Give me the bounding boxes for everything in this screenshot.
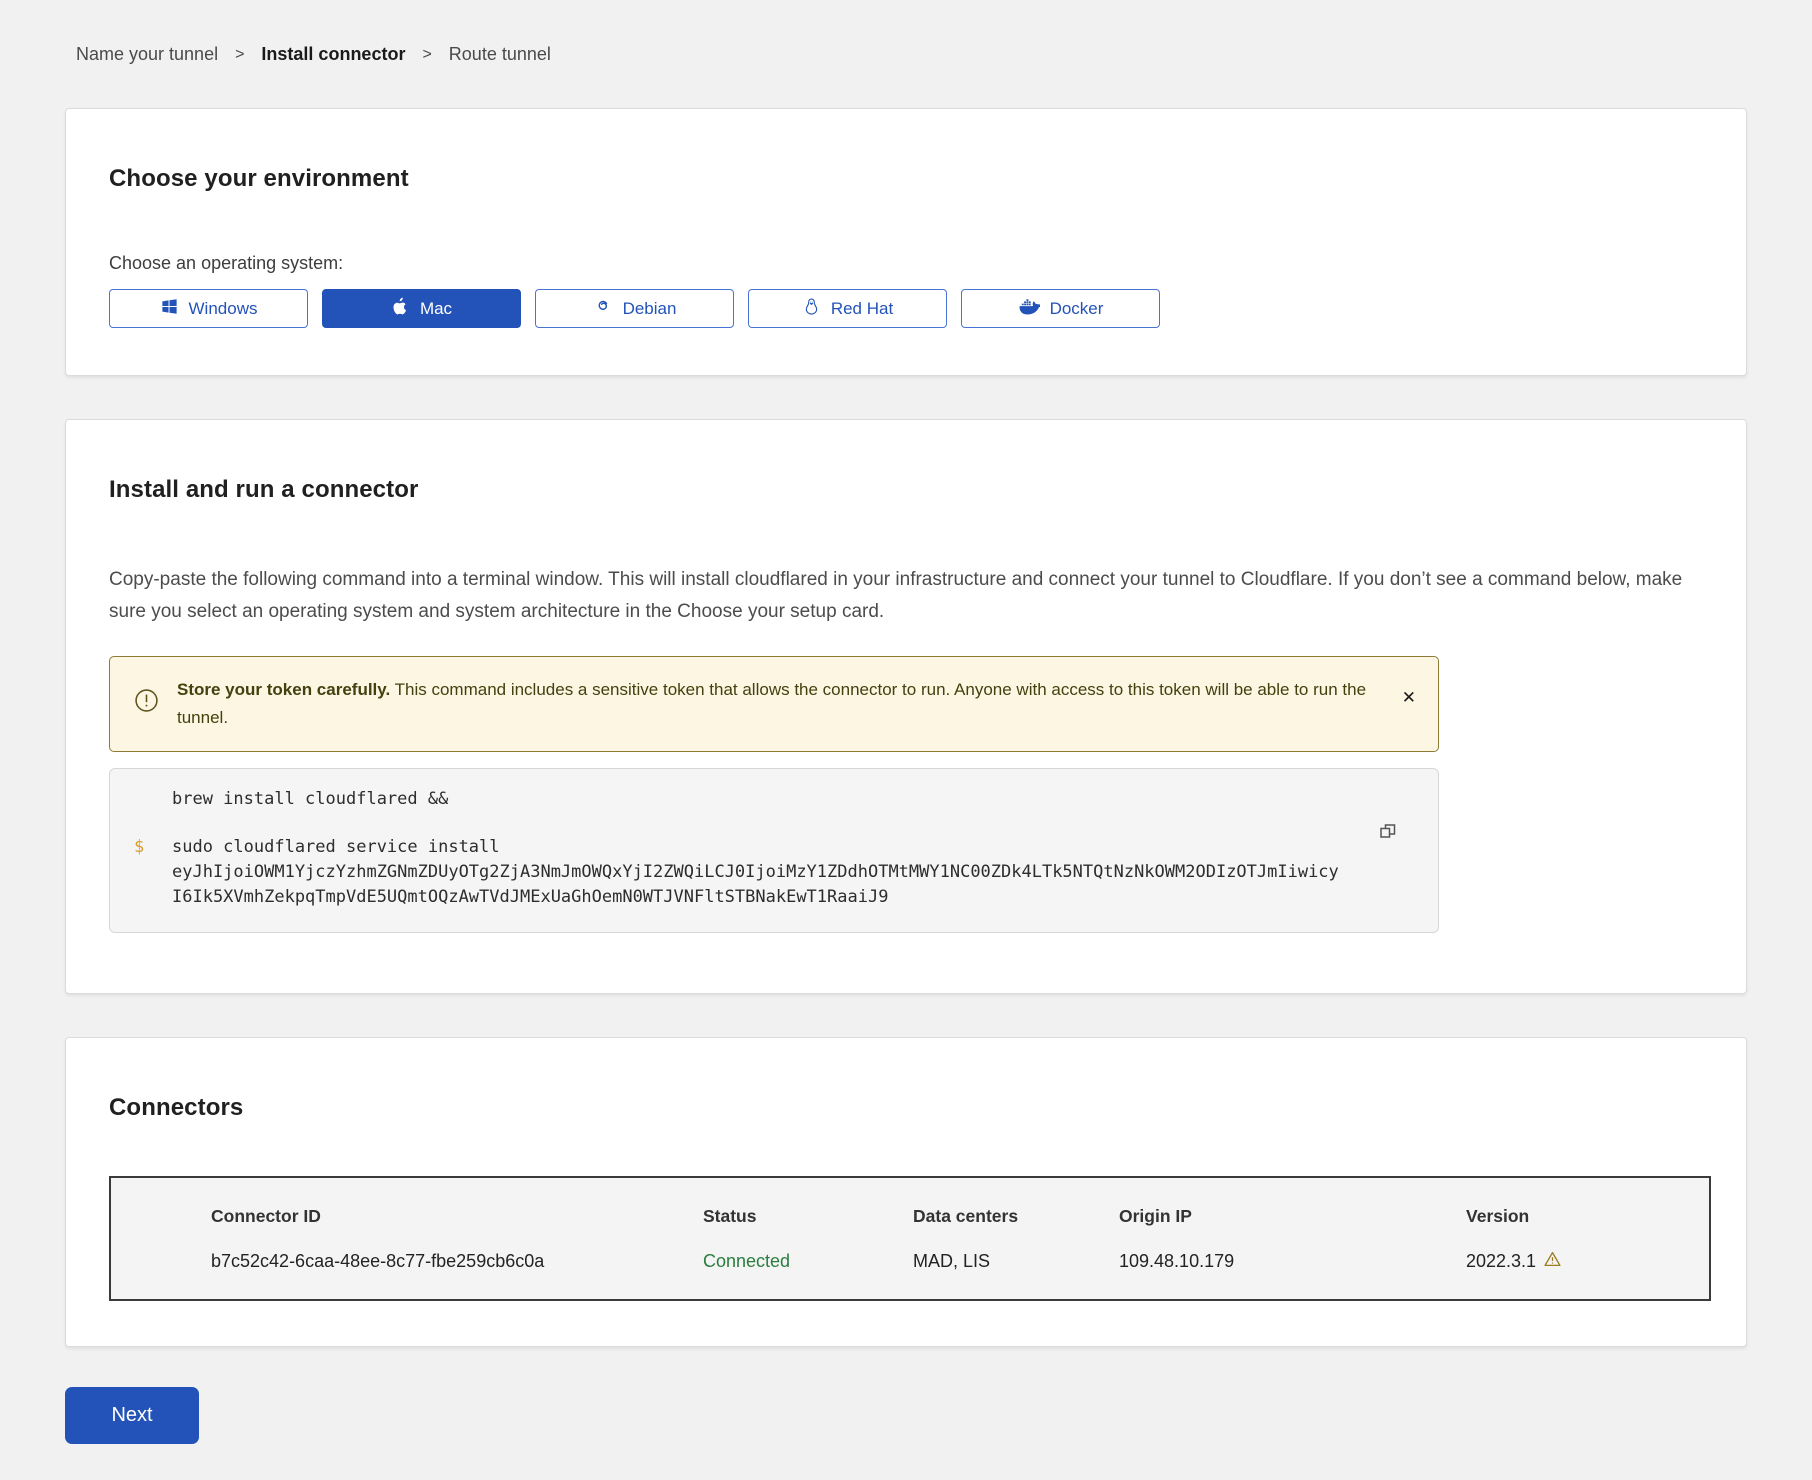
os-button-windows[interactable]: Windows [109,289,308,328]
install-connector-card: Install and run a connector Copy-paste t… [65,419,1747,994]
install-connector-description: Copy-paste the following command into a … [109,564,1703,628]
command-text: brew install cloudflared && [172,787,1348,812]
alert-circle-icon [134,688,159,718]
origin-ip-cell: 109.48.10.179 [1119,1251,1466,1272]
connectors-title: Connectors [109,1094,1703,1122]
os-button-label: Windows [189,299,258,319]
copy-command-button[interactable] [1376,819,1400,846]
column-header-origin-ip: Origin IP [1119,1206,1466,1227]
install-connector-title: Install and run a connector [109,476,1703,504]
breadcrumb-separator: > [235,46,244,64]
environment-card-title: Choose your environment [109,165,1703,193]
terminal-command-block: brew install cloudflared && $ sudo cloud… [109,768,1439,933]
breadcrumb-item-name-your-tunnel[interactable]: Name your tunnel [76,44,218,65]
os-select-label: Choose an operating system: [109,253,1703,274]
os-button-label: Docker [1050,299,1104,319]
os-button-group: Windows Mac Debian Red Hat [109,289,1703,328]
copy-icon [1378,829,1398,844]
column-header-connector-id: Connector ID [211,1206,703,1227]
column-header-status: Status [703,1206,913,1227]
token-warning-title: Store your token carefully. [177,680,390,699]
version-cell: 2022.3.1 [1466,1251,1709,1272]
breadcrumb-item-route-tunnel[interactable]: Route tunnel [449,44,551,65]
table-row: b7c52c42-6caa-48ee-8c77-fbe259cb6c0a Con… [111,1251,1709,1272]
column-header-version: Version [1466,1206,1709,1227]
os-button-label: Mac [420,299,452,319]
status-badge: Connected [703,1251,913,1272]
warning-triangle-icon[interactable] [1544,1251,1561,1272]
os-button-mac[interactable]: Mac [322,289,521,328]
penguin-icon [802,296,821,322]
column-header-data-centers: Data centers [913,1206,1119,1227]
os-button-label: Red Hat [831,299,893,319]
token-warning-banner: Store your token carefully. This command… [109,656,1439,752]
prompt-spacer [134,787,172,812]
token-warning-text: Store your token carefully. This command… [177,676,1384,732]
command-line-1: brew install cloudflared && [134,787,1348,812]
version-value: 2022.3.1 [1466,1251,1536,1272]
debian-swirl-icon [593,296,613,321]
windows-icon [160,297,179,321]
data-centers-cell: MAD, LIS [913,1251,1119,1272]
os-button-label: Debian [623,299,677,319]
table-header-row: Connector ID Status Data centers Origin … [111,1206,1709,1227]
tunnel-setup-page: { "breadcrumb": { "separator": ">", "ite… [0,0,1812,1480]
os-button-debian[interactable]: Debian [535,289,734,328]
command-text: sudo cloudflared service install eyJhIjo… [172,835,1348,910]
os-button-redhat[interactable]: Red Hat [748,289,947,328]
docker-whale-icon [1018,297,1040,320]
connectors-card: Connectors Connector ID Status Data cent… [65,1037,1747,1347]
connector-id-cell: b7c52c42-6caa-48ee-8c77-fbe259cb6c0a [211,1251,703,1272]
next-button[interactable]: Next [65,1387,199,1444]
connectors-table: Connector ID Status Data centers Origin … [109,1176,1711,1301]
os-button-docker[interactable]: Docker [961,289,1160,328]
command-line-2: $ sudo cloudflared service install eyJhI… [134,835,1348,910]
breadcrumb-item-install-connector[interactable]: Install connector [261,44,405,65]
environment-card: Choose your environment Choose an operat… [65,108,1747,376]
apple-icon [391,296,410,322]
breadcrumb-separator: > [422,46,431,64]
dismiss-warning-button[interactable]: ✕ [1402,689,1416,706]
breadcrumb: Name your tunnel > Install connector > R… [76,44,1747,65]
dollar-prompt: $ [134,835,172,910]
